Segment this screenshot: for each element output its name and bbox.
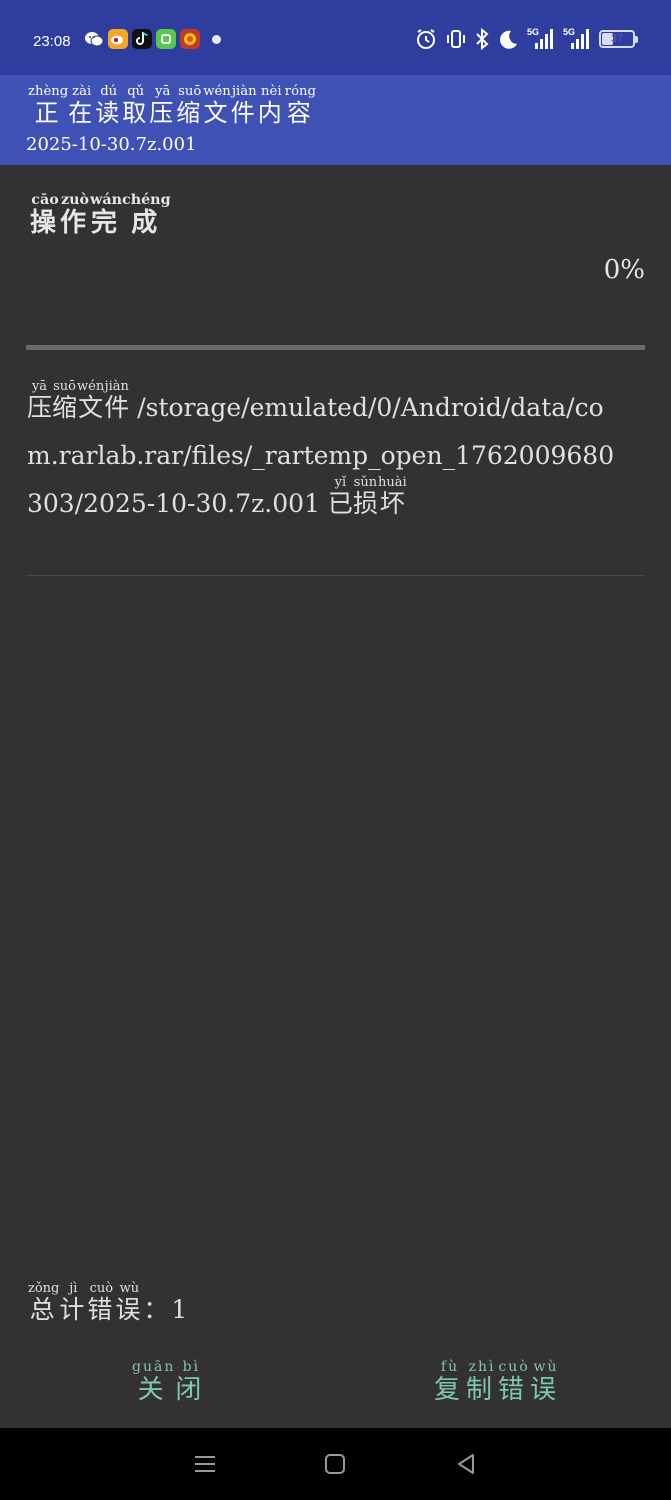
title-char: 件jiàn <box>230 84 258 127</box>
status-time: 23:08 <box>33 33 71 50</box>
summary-pinyin: wù <box>115 1281 144 1296</box>
divider <box>26 575 645 576</box>
bluetooth-icon <box>475 28 489 50</box>
prefix-char: 压yā <box>27 379 53 422</box>
green-app-icon <box>156 29 176 49</box>
copy-char: 错cuò <box>498 1359 531 1405</box>
navigation-bar <box>0 1428 671 1500</box>
prefix-char: 文wén <box>77 379 105 422</box>
progress-percent: 0% <box>603 255 645 285</box>
title-char: 在zài <box>68 84 96 127</box>
error-message: 压yā缩suō文wén件jiàn /storage/emulated/0/And… <box>27 379 627 528</box>
status-pinyin: zuò <box>60 192 91 208</box>
game-app-icon <box>180 29 200 49</box>
suffix-char: 已yǐ <box>327 475 353 518</box>
signal-5g-icon: 5G <box>527 27 555 51</box>
battery-level: 37 <box>610 33 624 45</box>
status-bar: 23:08 5G 5G 37 <box>0 0 671 75</box>
prefix-pinyin: wén <box>77 379 105 394</box>
status-char: 完wán <box>90 192 122 238</box>
copy-pinyin: fù <box>434 1359 467 1375</box>
notification-icons <box>84 29 221 49</box>
summary-char: 总zǒng <box>28 1281 60 1324</box>
title-pinyin: qǔ <box>122 84 150 99</box>
suffix-char: 坏huài <box>377 475 407 518</box>
summary-pinyin: jì <box>59 1281 88 1296</box>
suffix-pinyin: huài <box>377 475 407 490</box>
signal-5g-icon: 5G <box>563 27 591 51</box>
prefix-char: 件jiàn <box>104 379 130 422</box>
title-pinyin: yā <box>149 84 177 99</box>
copy-char: 复fù <box>434 1359 467 1405</box>
total-errors-label: 总zǒng计jì错cuò误wù <box>28 1281 144 1324</box>
prefix-pinyin: suō <box>52 379 78 394</box>
status-char: 成chéng <box>121 192 171 238</box>
tiktok-icon <box>132 29 152 49</box>
title-pinyin: jiàn <box>230 84 258 99</box>
back-icon[interactable] <box>446 1444 486 1484</box>
copy-pinyin: wù <box>530 1359 563 1375</box>
page-title: 正zhèng在zài读dú取qǔ压yā缩suō文wén件jiàn内nèi容rón… <box>28 84 316 125</box>
status-char: 操cāo <box>30 192 61 238</box>
weibo-icon <box>108 29 128 49</box>
menu-icon[interactable] <box>185 1444 225 1484</box>
message-suffix: 已yǐ损sǔn坏huài <box>327 475 407 518</box>
alarm-icon <box>415 28 437 50</box>
total-errors-count: 1 <box>171 1295 191 1324</box>
title-char: 内nèi <box>257 84 285 127</box>
suffix-pinyin: sǔn <box>352 475 378 490</box>
summary-pinyin: cuò <box>87 1281 116 1296</box>
title-pinyin: wén <box>203 84 231 99</box>
home-icon[interactable] <box>315 1444 355 1484</box>
status-pinyin: wán <box>90 192 122 208</box>
title-char: 正zhèng <box>28 84 69 127</box>
total-errors-separator: ： <box>143 1295 172 1324</box>
close-pinyin: bì <box>175 1359 208 1375</box>
operation-status: 操cāo作zuò完wán成chéng <box>30 192 171 238</box>
status-pinyin: cāo <box>30 192 61 208</box>
prefix-char: 缩suō <box>52 379 78 422</box>
copy-pinyin: cuò <box>498 1359 531 1375</box>
title-pinyin: zài <box>68 84 96 99</box>
title-pinyin: nèi <box>257 84 285 99</box>
message-prefix: 压yā缩suō文wén件jiàn <box>27 379 130 422</box>
status-char: 作zuò <box>60 192 91 238</box>
title-char: 缩suō <box>176 84 204 127</box>
archive-filename: 2025-10-30.7z.001 <box>26 134 197 155</box>
total-errors: 总zǒng计jì错cuò误wù：1 <box>28 1281 191 1326</box>
title-char: 取qǔ <box>122 84 150 127</box>
status-pinyin: chéng <box>121 192 171 208</box>
suffix-pinyin: yǐ <box>327 475 353 490</box>
title-char: 文wén <box>203 84 231 127</box>
summary-char: 误wù <box>115 1281 144 1324</box>
title-char: 容róng <box>284 84 316 127</box>
copy-char: 误wù <box>530 1359 563 1405</box>
vibrate-icon <box>445 28 467 50</box>
copy-pinyin: zhì <box>466 1359 499 1375</box>
summary-char: 错cuò <box>87 1281 116 1324</box>
prefix-pinyin: jiàn <box>104 379 130 394</box>
title-pinyin: zhèng <box>28 84 69 99</box>
prefix-pinyin: yā <box>27 379 53 394</box>
system-icons: 5G 5G 37 <box>415 27 638 51</box>
title-pinyin: róng <box>284 84 316 99</box>
close-button[interactable]: 关guān闭bì <box>132 1359 208 1406</box>
title-char: 读dú <box>95 84 123 127</box>
close-char: 关guān <box>132 1359 176 1405</box>
copy-errors-button[interactable]: 复fù制zhì错cuò误wù <box>434 1359 563 1406</box>
title-char: 压yā <box>149 84 177 127</box>
title-pinyin: suō <box>176 84 204 99</box>
dot-icon <box>212 34 221 44</box>
suffix-char: 损sǔn <box>352 475 378 518</box>
summary-pinyin: zǒng <box>28 1281 60 1296</box>
title-pinyin: dú <box>95 84 123 99</box>
close-char: 闭bì <box>175 1359 208 1405</box>
summary-char: 计jì <box>59 1281 88 1324</box>
copy-char: 制zhì <box>466 1359 499 1405</box>
moon-icon <box>497 28 519 50</box>
progress-bar <box>26 345 645 350</box>
wechat-icon <box>84 29 104 49</box>
battery-icon: 37 <box>599 30 638 48</box>
close-pinyin: guān <box>132 1359 176 1375</box>
